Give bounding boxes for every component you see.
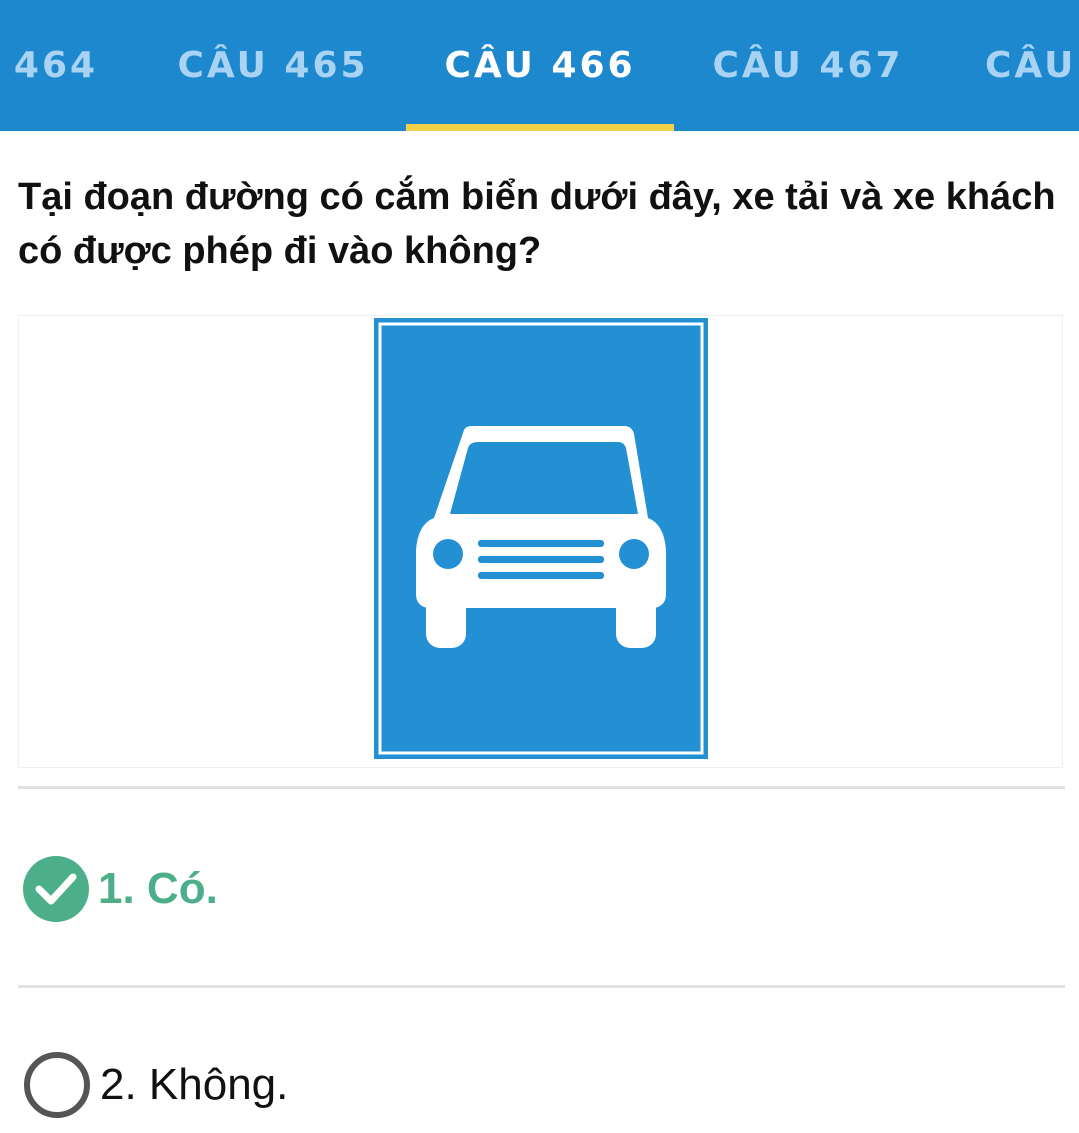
divider: [18, 786, 1065, 789]
tab-question-464[interactable]: 464: [0, 0, 112, 131]
question-text: Tại đoạn đường có cắm biển dưới đây, xe …: [18, 176, 1056, 272]
question-tab-bar: 464 CÂU 465 CÂU 466 CÂU 467 CÂU: [0, 0, 1079, 131]
answer-option-2[interactable]: 2. Không.: [22, 1050, 288, 1120]
tab-question-467[interactable]: CÂU 467: [674, 0, 942, 131]
active-tab-indicator: [406, 124, 674, 131]
tab-question-466[interactable]: CÂU 466: [406, 0, 674, 131]
check-circle-icon: [23, 856, 89, 922]
car-road-sign-icon: [374, 318, 708, 759]
divider: [18, 985, 1065, 988]
empty-radio-circle-icon: [24, 1052, 90, 1118]
answer-option-1-label: 1. Có.: [98, 864, 218, 913]
tab-question-465[interactable]: CÂU 465: [140, 0, 406, 131]
answer-option-1[interactable]: 1. Có.: [22, 854, 218, 924]
answer-option-2-label: 2. Không.: [100, 1060, 289, 1109]
tab-question-468[interactable]: CÂU: [985, 0, 1079, 131]
